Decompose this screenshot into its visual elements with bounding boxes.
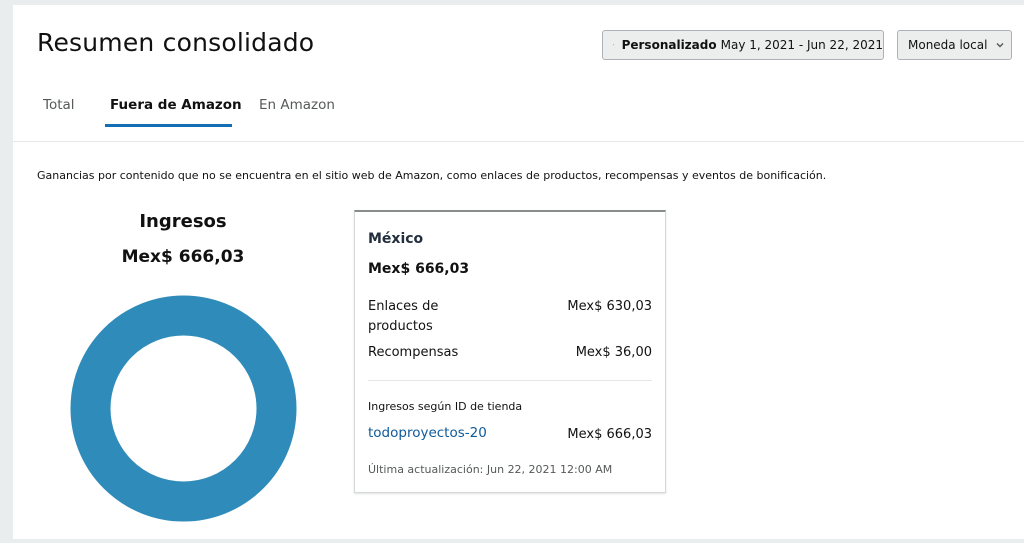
consolidated-summary-page: Resumen consolidado Personalizado May 1,… xyxy=(0,0,1024,543)
donut-slice-m-xico xyxy=(70,295,297,522)
page-title: Resumen consolidado xyxy=(37,28,315,57)
revenue-label: Ingresos xyxy=(139,211,227,232)
date-range-value: May 1, 2021 - Jun 22, 2021 xyxy=(720,38,883,52)
last-updated: Última actualización: Jun 22, 2021 12:00… xyxy=(368,463,613,476)
product-links-label: Enlaces de productos xyxy=(368,299,439,334)
card-total: Mex$ 666,03 xyxy=(368,261,470,277)
tab-total[interactable]: Total xyxy=(43,97,75,113)
store-id-link[interactable]: todoproyectos-20 xyxy=(368,425,487,441)
store-id-heading: Ingresos según ID de tienda xyxy=(368,400,523,413)
chevron-down-icon xyxy=(996,43,1004,48)
frame-top xyxy=(0,0,1024,5)
date-range-type: Personalizado xyxy=(621,38,717,52)
rewards-label: Recompensas xyxy=(368,345,459,360)
active-tab-indicator xyxy=(105,124,232,127)
card-divider xyxy=(368,380,652,381)
revenue-total: Mex$ 666,03 xyxy=(121,247,245,267)
rewards-value: Mex$ 36,00 xyxy=(575,345,652,360)
country-breakdown-card: México Mex$ 666,03 Enlaces de productos … xyxy=(354,210,666,493)
tab-en-amazon[interactable]: En Amazon xyxy=(259,97,335,113)
tab-fuera-de-amazon[interactable]: Fuera de Amazon xyxy=(110,97,242,113)
card-country: México xyxy=(368,231,424,247)
frame-bottom xyxy=(0,539,1024,543)
product-links-value: Mex$ 630,03 xyxy=(567,299,652,314)
frame-left xyxy=(0,0,13,543)
revenue-donut-chart xyxy=(70,295,297,522)
store-id-value: Mex$ 666,03 xyxy=(567,427,652,442)
section-divider xyxy=(13,141,1024,142)
currency-dropdown[interactable]: Moneda local xyxy=(897,30,1012,60)
calendar-icon xyxy=(613,44,614,46)
date-range-button[interactable]: Personalizado May 1, 2021 - Jun 22, 2021 xyxy=(602,30,884,60)
section-description: Ganancias por contenido que no se encuen… xyxy=(37,169,827,182)
currency-label: Moneda local xyxy=(908,38,988,52)
